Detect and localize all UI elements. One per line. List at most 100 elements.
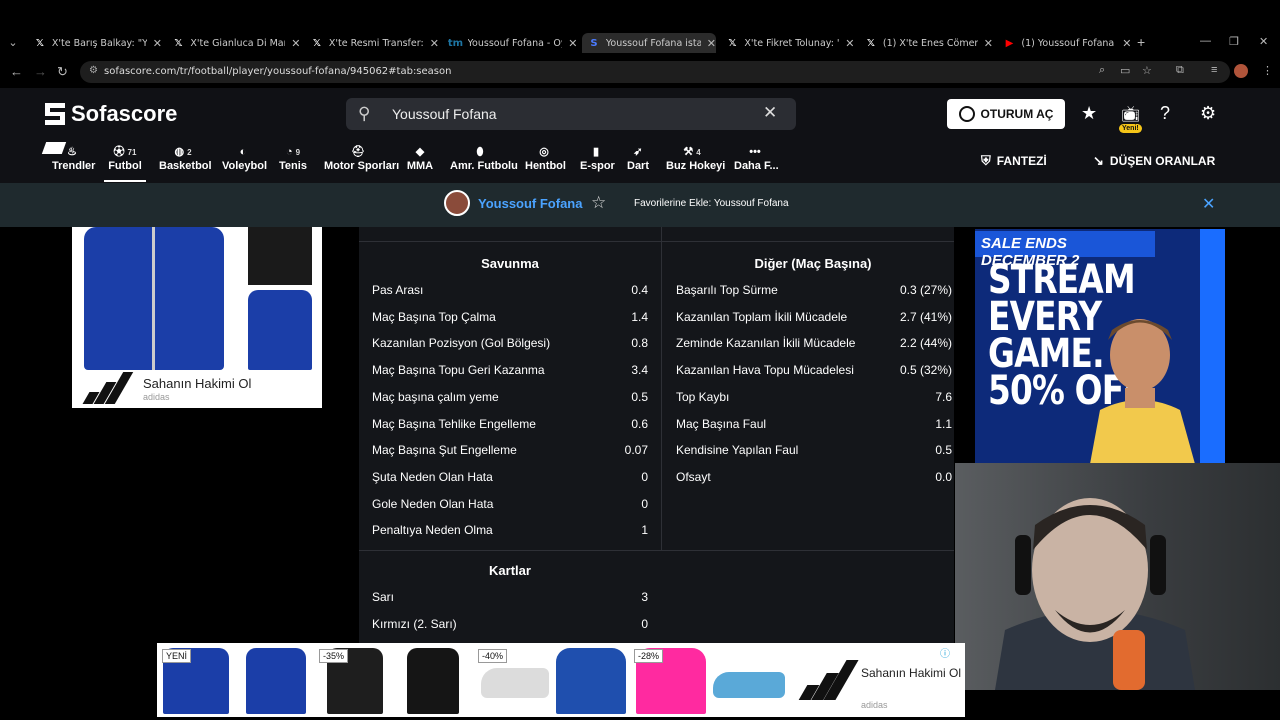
sport-tab-tenis[interactable]: ◔ 9 Tenis xyxy=(279,146,307,182)
sport-tab-basketbol[interactable]: ◍ 2 Basketbol xyxy=(159,146,212,182)
minimize-icon[interactable]: — xyxy=(1200,35,1211,47)
window-close-icon[interactable]: ✕ xyxy=(1259,35,1268,48)
stat-value: 0.5 xyxy=(631,389,648,404)
browser-tab[interactable]: tmYoussouf Fofana - Oyuncu ✕ xyxy=(444,33,578,53)
browser-tab[interactable]: 𝕏 X'te Gianluca Di Marzio: " ✕ xyxy=(167,33,300,53)
sport-tab-hentbol[interactable]: ◎ Hentbol xyxy=(525,146,566,182)
stat-label: Kırmızı (2. Sarı) xyxy=(372,616,457,631)
stat-value: 2.7 (41%) xyxy=(899,309,952,324)
tab-close-icon[interactable]: ✕ xyxy=(1122,37,1131,50)
stat-label: Penaltıya Neden Olma xyxy=(372,523,493,538)
sport-tab-buz-hokeyi[interactable]: ⚒︎ 4 Buz Hokeyi xyxy=(666,146,725,182)
basketball-player-image xyxy=(1090,319,1195,464)
tab-close-icon[interactable]: ✕ xyxy=(984,37,993,50)
football-icon: ⚽︎ xyxy=(113,146,125,158)
tag-discount-28: -28% xyxy=(634,649,664,663)
tab-title: Youssouf Fofana istatistik xyxy=(605,37,701,49)
ad-info-icon[interactable]: ⓘ xyxy=(940,645,950,660)
browser-tab[interactable]: 𝕏 (1) X'te Enes Cömert: "Ma ✕ xyxy=(859,33,993,53)
back-icon[interactable]: ← xyxy=(10,64,23,79)
american-football-icon: ⬮ xyxy=(476,146,484,158)
fantasy-link[interactable]: ⛨ FANTEZİ xyxy=(981,153,1047,169)
stat-row: Kazanılan Pozisyon (Gol Bölgesi) 0.8 xyxy=(372,334,648,352)
favorite-player-name[interactable]: Youssouf Fofana xyxy=(478,196,582,211)
stat-value: 0.8 xyxy=(631,336,648,351)
youtube-icon: ▶ xyxy=(1005,37,1014,49)
sport-tab-motor-sporlar-[interactable]: ⛑︎ Motor Sporları xyxy=(324,146,399,182)
stat-label: Zeminde Kazanılan İkili Mücadele xyxy=(676,336,856,351)
tab-title: X'te Gianluca Di Marzio: " xyxy=(190,37,285,49)
browser-tab[interactable]: ▶ (1) Youssouf Fofana 2024 ✕ xyxy=(998,33,1132,53)
extensions-icon[interactable]: ⧉ xyxy=(1176,64,1184,77)
cast-icon[interactable]: ▭ xyxy=(1120,64,1130,77)
clear-search-icon[interactable]: ✕ xyxy=(763,103,777,123)
stat-label: Maç Başına Topu Geri Kazanma xyxy=(372,363,545,378)
jacket-image xyxy=(84,227,224,370)
sport-count: 4 xyxy=(696,148,701,157)
tab-search-icon[interactable]: ⌄ xyxy=(6,36,20,50)
sale-banner: SALE ENDS DECEMBER 2 xyxy=(975,231,1155,269)
tab-title: (1) X'te Enes Cömert: "Ma xyxy=(882,37,978,49)
tab-close-icon[interactable]: ✕ xyxy=(845,37,854,50)
restore-icon[interactable]: ❐ xyxy=(1229,35,1239,48)
sofascore-logo[interactable]: Sofascore xyxy=(45,101,177,127)
sport-tab-amr-futbolu[interactable]: ⬮ Amr. Futbolu xyxy=(450,146,518,182)
left-ad-brand: adidas xyxy=(143,392,170,402)
sport-tab-e-spor[interactable]: ▮ E-spor xyxy=(580,146,615,182)
tab-title: Youssouf Fofana - Oyuncu xyxy=(467,37,563,49)
help-icon[interactable]: ? xyxy=(1160,103,1170,124)
stat-value: 3 xyxy=(641,590,648,604)
zoom-icon[interactable]: ⌕ xyxy=(1099,64,1105,77)
handball-icon: ◎ xyxy=(539,146,549,158)
bookmark-star-icon[interactable]: ☆ xyxy=(1142,64,1152,77)
product-jacket-4 xyxy=(407,648,459,714)
forward-icon[interactable]: → xyxy=(34,64,47,79)
flame-icon: ♨ xyxy=(67,146,77,158)
settings-gear-icon[interactable]: ⚙ xyxy=(1200,103,1216,124)
browser-tab[interactable]: 𝕏 X'te Fikret Tolunay: "@og ✕ xyxy=(721,33,854,53)
stat-label: Maç Başına Faul xyxy=(676,416,767,431)
logo-text: Sofascore xyxy=(71,101,178,126)
sport-label: Voleybol xyxy=(222,160,268,172)
reading-list-icon[interactable]: ≡ xyxy=(1211,64,1217,76)
stat-label: Maç Başına Top Çalma xyxy=(372,309,496,324)
browser-tab[interactable]: S Youssouf Fofana istatistik ✕ xyxy=(582,33,716,53)
tag-discount-40: -40% xyxy=(478,649,508,663)
dropping-odds-label: DÜŞEN ORANLAR xyxy=(1109,154,1216,168)
cards-title: Kartlar xyxy=(489,563,531,578)
browser-menu-icon[interactable]: ⋮ xyxy=(1262,64,1273,77)
stat-row: Kırmızı (2. Sarı) 0 xyxy=(372,615,648,633)
sport-tab-futbol[interactable]: ⚽︎ 71 Futbol xyxy=(104,146,146,182)
stat-value: 7.6 xyxy=(935,389,952,404)
dark-jacket-image xyxy=(248,227,312,285)
sport-tab-daha-f-[interactable]: ••• Daha F... xyxy=(734,146,779,182)
stat-label: Şuta Neden Olan Hata xyxy=(372,469,493,484)
tab-close-icon[interactable]: ✕ xyxy=(291,37,300,50)
sport-count: 2 xyxy=(187,148,192,157)
sport-tab-voleybol[interactable]: ◐ Voleybol xyxy=(222,146,268,182)
product-shoe-2 xyxy=(713,672,785,698)
user-icon xyxy=(958,106,975,122)
sport-tab-dart[interactable]: ➶ Dart xyxy=(627,146,649,182)
browser-tab[interactable]: 𝕏 X'te Barış Balkay: "Yayında ✕ xyxy=(28,33,162,53)
tab-title: X'te Resmi Transfer: "ÖZEL xyxy=(328,37,424,49)
tab-close-icon[interactable]: ✕ xyxy=(153,37,162,50)
tab-close-icon[interactable]: ✕ xyxy=(568,37,577,50)
sport-label: Tenis xyxy=(279,160,307,172)
profile-avatar[interactable] xyxy=(1234,64,1248,78)
close-favorite-bar-icon[interactable]: ✕ xyxy=(1202,194,1215,214)
favorites-star-icon[interactable]: ★ xyxy=(1081,103,1097,124)
reload-icon[interactable]: ↻ xyxy=(57,64,68,80)
tab-close-icon[interactable]: ✕ xyxy=(430,37,439,50)
new-tab-button[interactable]: + xyxy=(1137,34,1145,50)
browser-tab[interactable]: 𝕏 X'te Resmi Transfer: "ÖZEL ✕ xyxy=(305,33,439,53)
tab-close-icon[interactable]: ✕ xyxy=(707,37,716,50)
dropping-odds-link[interactable]: ↘ DÜŞEN ORANLAR xyxy=(1093,153,1215,169)
stat-row: Kendisine Yapılan Faul 0.5 xyxy=(676,441,952,459)
login-button[interactable]: OTURUM AÇ xyxy=(947,99,1065,129)
site-info-icon[interactable]: ⚙ xyxy=(89,65,98,76)
sport-tab-mma[interactable]: ◆ MMA xyxy=(406,146,434,182)
favorite-star-icon[interactable]: ☆ xyxy=(591,193,606,213)
tv-icon[interactable]: 📺︎ xyxy=(1121,105,1140,123)
stat-row: Kazanılan Hava Topu Mücadelesi 0.5 (32%) xyxy=(676,361,952,379)
